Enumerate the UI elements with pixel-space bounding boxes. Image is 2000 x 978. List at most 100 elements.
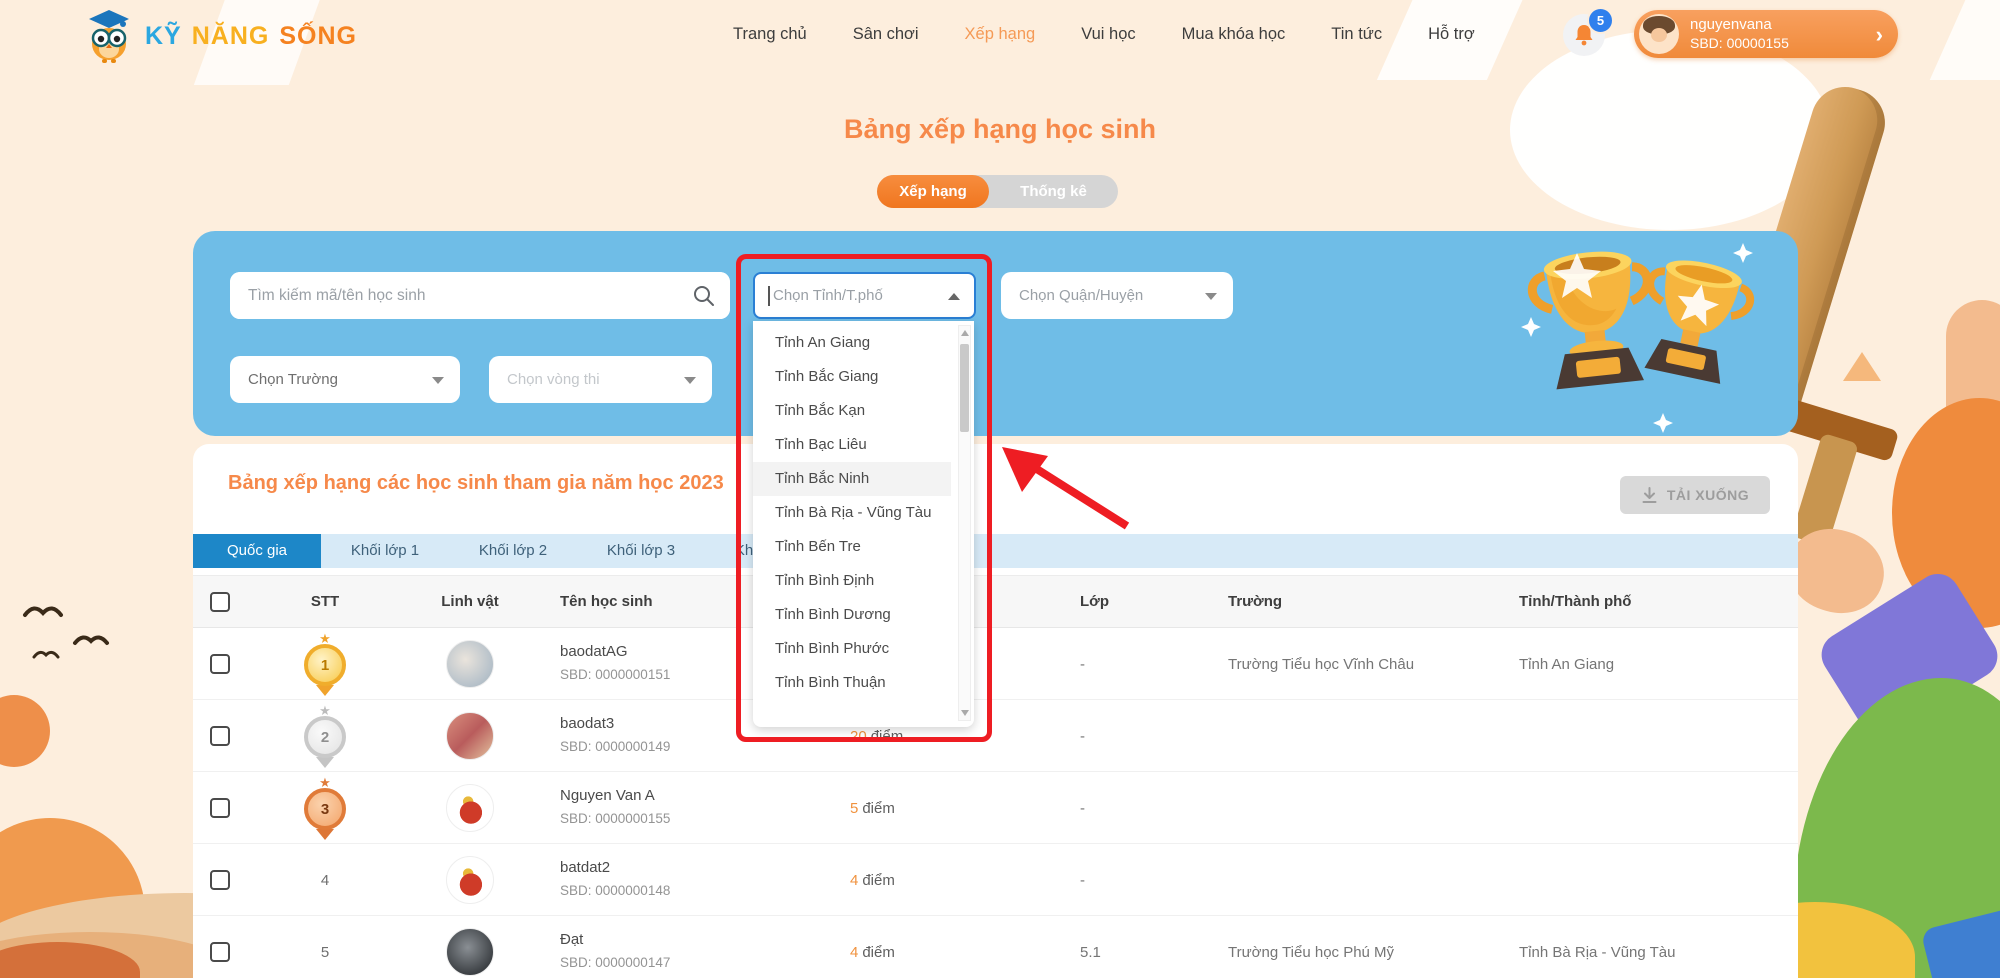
user-name: nguyenvana	[1690, 16, 1789, 35]
rank-number: 2	[304, 716, 346, 758]
nav-item-support[interactable]: Hỗ trợ	[1428, 25, 1475, 44]
nav-item-playground[interactable]: Sân chơi	[853, 25, 919, 44]
school-dropdown[interactable]: Chọn Trường	[230, 356, 460, 403]
select-all-checkbox[interactable]	[210, 592, 230, 612]
student-name-cell[interactable]: baodatAG SBD: 0000000151	[560, 642, 670, 683]
header: KỸ NĂNG SỐNG Trang chủ Sân chơi Xếp hạng…	[0, 0, 2000, 68]
class-cell: -	[1080, 656, 1085, 673]
round-dropdown[interactable]: Chọn vòng thi	[489, 356, 712, 403]
student-avatar	[446, 856, 494, 904]
text-cursor	[768, 286, 770, 306]
province-option[interactable]: Tỉnh Bắc Kạn	[753, 394, 951, 428]
province-option[interactable]: Tỉnh An Giang	[753, 326, 951, 360]
row-checkbox[interactable]	[210, 654, 230, 674]
tab-national[interactable]: Quốc gia	[193, 534, 321, 568]
search-icon[interactable]	[692, 284, 716, 308]
province-option[interactable]: Tỉnh Bà Rịa - Vũng Tàu	[753, 496, 951, 530]
student-name-cell[interactable]: baodat3 SBD: 0000000149	[560, 714, 670, 755]
province-search-input[interactable]	[755, 274, 943, 317]
search-input[interactable]	[230, 272, 730, 319]
caret-down-icon	[1205, 293, 1217, 300]
nav-item-news[interactable]: Tin tức	[1331, 25, 1382, 44]
row-checkbox[interactable]	[210, 870, 230, 890]
province-option[interactable]: Tỉnh Bến Tre	[753, 530, 951, 564]
birds-illustration	[20, 595, 150, 675]
column-mascot: Linh vật	[430, 593, 510, 610]
scroll-up-icon[interactable]	[961, 330, 969, 336]
tab-grade-1[interactable]: Khối lớp 1	[321, 534, 449, 568]
student-name-cell[interactable]: Nguyen Van A SBD: 0000000155	[560, 786, 670, 827]
class-cell: 5.1	[1080, 944, 1101, 961]
column-stt: STT	[305, 593, 345, 610]
student-name: baodat3	[560, 714, 670, 734]
student-avatar	[446, 640, 494, 688]
logo-word-2: NĂNG	[192, 22, 270, 51]
class-cell: -	[1080, 728, 1085, 745]
row-checkbox[interactable]	[210, 726, 230, 746]
gold-medal-icon: ★ 1	[303, 640, 347, 692]
class-cell: -	[1080, 800, 1085, 817]
student-name: Đạt	[560, 930, 670, 950]
student-sbd: SBD: 0000000148	[560, 882, 670, 900]
tab-grade-2[interactable]: Khối lớp 2	[449, 534, 577, 568]
nav-item-home[interactable]: Trang chủ	[733, 25, 807, 44]
scrollbar[interactable]	[958, 325, 971, 721]
student-name-cell[interactable]: batdat2 SBD: 0000000148	[560, 858, 670, 899]
province-option[interactable]: Tỉnh Bạc Liêu	[753, 428, 951, 462]
scrollbar-thumb[interactable]	[960, 344, 969, 432]
province-option[interactable]: Tỉnh Bình Dương	[753, 598, 951, 632]
bronze-medal-icon: ★ 3	[303, 784, 347, 836]
scroll-down-icon[interactable]	[961, 710, 969, 716]
user-account-button[interactable]: nguyenvana SBD: 00000155 ›	[1634, 10, 1898, 58]
download-button[interactable]: TẢI XUỐNG	[1620, 476, 1770, 514]
province-option[interactable]: Tỉnh Bắc Giang	[753, 360, 951, 394]
trophies-illustration	[1515, 225, 1791, 441]
nav-item-fun-learning[interactable]: Vui học	[1081, 25, 1135, 44]
notification-count-badge: 5	[1587, 7, 1614, 34]
nav-item-rankings[interactable]: Xếp hạng	[965, 25, 1036, 44]
logo-word-3: SỐNG	[279, 22, 357, 51]
orange-dot-illustration	[0, 695, 50, 767]
filter-panel: Chọn Quận/Huyện Chọn Trường Chọn vòng th…	[193, 231, 1798, 436]
scope-tabs: Quốc gia Khối lớp 1 Khối lớp 2 Khối lớp …	[193, 534, 1798, 568]
school-cell: Trường Tiểu học Phú Mỹ	[1228, 944, 1394, 961]
logo-word-1: KỸ	[145, 22, 182, 51]
notification-bell-button[interactable]: 5	[1563, 14, 1605, 56]
province-option[interactable]: Tỉnh Bình Thuận	[753, 666, 951, 700]
district-dropdown[interactable]: Chọn Quận/Huyện	[1001, 272, 1233, 319]
download-icon	[1641, 487, 1658, 504]
caret-down-icon	[684, 377, 696, 384]
student-name-cell[interactable]: Đạt SBD: 0000000147	[560, 930, 670, 971]
rank-number: 5	[305, 916, 345, 978]
silver-medal-icon: ★ 2	[303, 712, 347, 764]
student-name: batdat2	[560, 858, 670, 878]
toggle-statistics[interactable]: Thống kê	[989, 175, 1118, 208]
nav-item-buy-course[interactable]: Mua khóa học	[1182, 25, 1286, 44]
student-avatar	[446, 712, 494, 760]
student-search	[230, 272, 730, 319]
tab-grade-3[interactable]: Khối lớp 3	[577, 534, 705, 568]
caret-down-icon	[432, 377, 444, 384]
province-dropdown[interactable]	[753, 272, 976, 319]
province-option[interactable]: Tỉnh Bình Định	[753, 564, 951, 598]
rank-number: 3	[304, 788, 346, 830]
province-option-highlighted[interactable]: Tỉnh Bắc Ninh	[753, 462, 951, 496]
user-info: nguyenvana SBD: 00000155	[1690, 16, 1789, 52]
table-row: ★ 3 Nguyen Van A SBD: 0000000155 5điểm -	[193, 772, 1798, 844]
student-avatar	[446, 784, 494, 832]
round-placeholder: Chọn vòng thi	[507, 371, 600, 388]
points-cell: 20điểm	[850, 728, 903, 745]
column-province: Tỉnh/Thành phố	[1519, 593, 1631, 610]
table-header: STT Linh vật Tên học sinh Lớp Trường Tỉn…	[193, 575, 1798, 628]
column-name: Tên học sinh	[560, 593, 653, 610]
row-checkbox[interactable]	[210, 942, 230, 962]
logo[interactable]: KỸ NĂNG SỐNG	[83, 8, 357, 64]
user-sbd: SBD: 00000155	[1690, 35, 1789, 53]
rankings-card: Bảng xếp hạng các học sinh tham gia năm …	[193, 444, 1798, 978]
rank-number: 4	[305, 844, 345, 916]
rank-number: 1	[304, 644, 346, 686]
toggle-rankings[interactable]: Xếp hạng	[877, 175, 989, 208]
province-option[interactable]: Tỉnh Bình Phước	[753, 632, 951, 666]
row-checkbox[interactable]	[210, 798, 230, 818]
student-sbd: SBD: 0000000151	[560, 666, 670, 684]
